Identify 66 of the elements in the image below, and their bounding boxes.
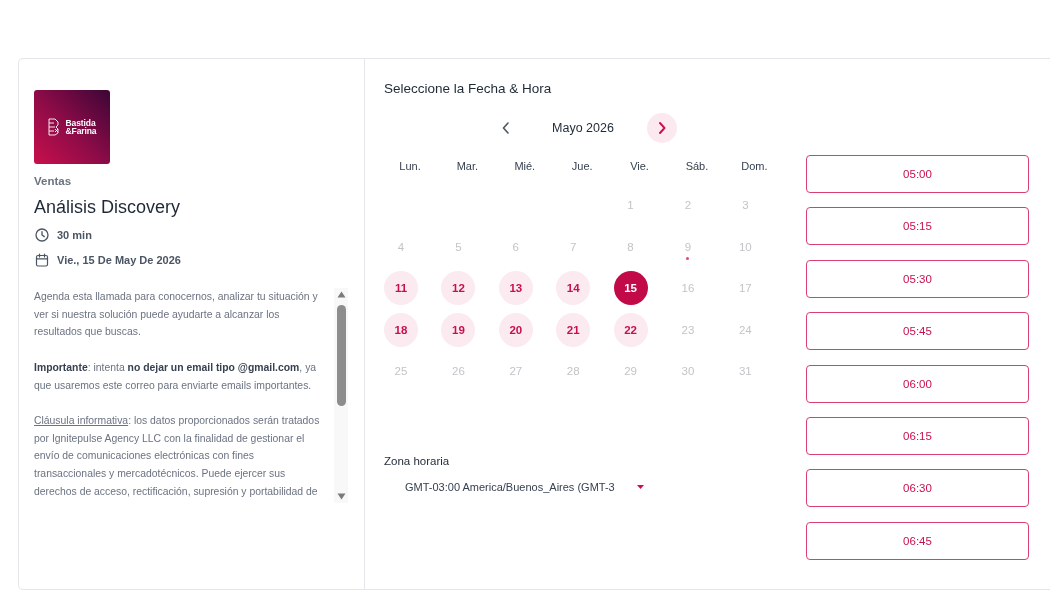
calendar-date: 17 (737, 281, 753, 296)
calendar-day[interactable]: 21 (556, 312, 591, 347)
scroll-down-icon[interactable] (336, 493, 346, 500)
calendar-date: 9 (670, 229, 705, 264)
event-date: Vie., 15 De May De 2026 (57, 254, 181, 266)
description-paragraph: Agenda esta llamada para conocernos, analizar tu situación y ver si nuestra solución puede ayudarte a alcanzar los resultados que buscas. (34, 290, 319, 340)
caret-icon[interactable] (637, 485, 644, 489)
timezone-label: Zona horaria (384, 454, 450, 468)
calendar-date: 27 (508, 364, 524, 379)
calendar-day[interactable]: 20 (498, 312, 533, 347)
weekday-label: Vie. (629, 159, 650, 173)
section-title: Seleccione la Fecha & Hora (384, 81, 552, 97)
description-paragraph: Importante: intenta no dejar un email tipo @gmail.com, ya que usaremos este correo para enviarte emails importantes. (34, 360, 318, 393)
time-slot-button[interactable]: 06:15 (806, 416, 1029, 455)
scroll-up-icon[interactable] (336, 291, 346, 298)
event-duration: 30 min (57, 229, 92, 241)
calendar-day[interactable]: 12 (441, 271, 476, 305)
logo-text: Bastida &Farina (65, 119, 97, 135)
event-category: Ventas (34, 174, 73, 188)
calendar-day[interactable]: 19 (441, 312, 476, 347)
weekday-label: Jue. (570, 159, 594, 173)
calendar-date: 10 (737, 239, 753, 255)
clock-icon (35, 228, 49, 242)
chevron-left-icon (502, 122, 511, 134)
calendar-day[interactable]: 11 (384, 271, 418, 305)
chevron-right-icon[interactable] (657, 122, 666, 134)
month-label: Mayo 2026 (552, 121, 614, 135)
calendar-date: 24 (737, 322, 753, 338)
time-slot-button[interactable]: 05:30 (806, 259, 1029, 298)
calendar-day[interactable]: 13 (498, 271, 533, 305)
weekday-label: Mié. (513, 159, 537, 173)
time-slot-button[interactable]: 06:45 (806, 521, 1029, 560)
weekday-label: Dom. (740, 159, 769, 173)
time-slot-button[interactable]: 05:45 (806, 312, 1029, 351)
time-slot-button[interactable]: 05:00 (806, 155, 1029, 193)
weekday-label: Mar. (455, 159, 480, 173)
calendar-date: 1 (626, 198, 635, 213)
calendar-day[interactable]: 15 (613, 271, 648, 305)
calendar-date: 31 (737, 364, 753, 379)
calendar-date: 23 (680, 322, 696, 338)
calendar-date: 30 (680, 364, 696, 379)
scrollbar-thumb[interactable] (336, 305, 346, 406)
time-slot-button[interactable]: 06:00 (806, 364, 1029, 403)
calendar-date: 29 (623, 364, 638, 379)
calendar-date: 25 (393, 364, 409, 379)
weekday-label: Sáb. (684, 159, 710, 173)
event-title: Análisis Discovery (34, 196, 182, 218)
calendar-date: 4 (396, 239, 406, 255)
calendar-date: 5 (454, 239, 463, 255)
legal-notice: Cláusula informativa: los datos proporcionados serán tratados por Ignitepulse Agency LLC con la finalidad de gestionar el envío de comunicaciones electrónicas con fines transaccionales y mercadotécnicos. Puede ejercer sus derechos de acceso, rectificación, supresión y portabilidad de (34, 413, 321, 499)
scrollbar[interactable] (334, 288, 348, 503)
calendar-date: 8 (626, 239, 635, 255)
time-slot-button[interactable]: 06:30 (806, 469, 1029, 508)
calendar-day[interactable]: 14 (556, 271, 591, 305)
weekday-label: Lun. (398, 159, 422, 173)
calendar-day[interactable]: 22 (613, 312, 648, 347)
timezone-select[interactable]: GMT-03:00 America/Buenos_Aires (GMT-3 (384, 474, 656, 500)
calendar-icon (35, 253, 49, 267)
calendar-date: 28 (565, 364, 581, 379)
calendar-date: 16 (680, 281, 696, 296)
calendar-date: 3 (741, 198, 750, 213)
calendar-date: 26 (451, 364, 466, 379)
next-month-button[interactable] (646, 113, 677, 143)
logo-mark-icon (47, 118, 60, 136)
time-slot-button[interactable]: 05:15 (806, 207, 1029, 246)
calendar-day[interactable]: 18 (384, 312, 418, 347)
